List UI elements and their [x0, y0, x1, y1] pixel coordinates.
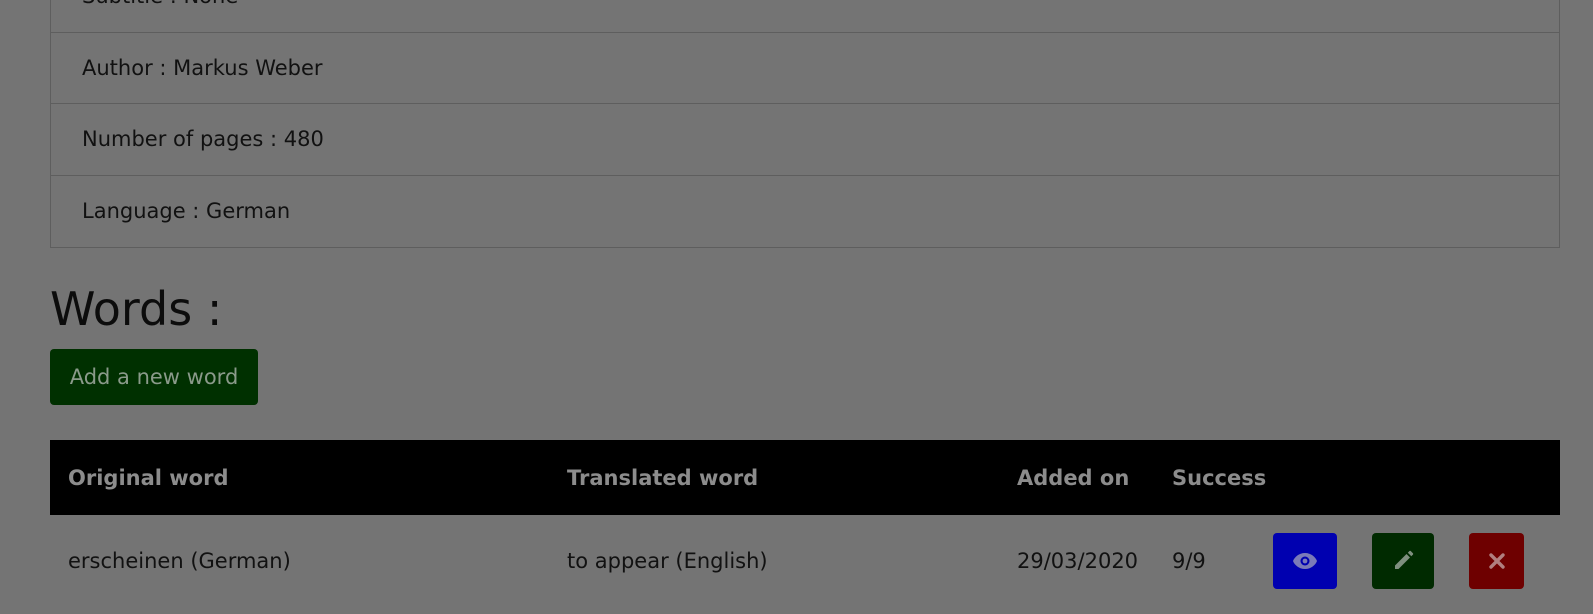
- pencil-icon: [1395, 550, 1414, 569]
- words-section-title: Words :: [50, 282, 223, 336]
- cell-actions: [1273, 515, 1560, 607]
- cell-added-on: 29/03/2020: [1017, 549, 1139, 573]
- header-added-on: Added on: [1017, 465, 1130, 490]
- table-header-row: Original word Translated word Added on S…: [50, 440, 1560, 515]
- delete-word-button[interactable]: [1469, 533, 1524, 589]
- table-row: erscheinen (German) to appear (English) …: [50, 515, 1560, 607]
- view-word-button[interactable]: [1273, 533, 1337, 589]
- header-actions: [1273, 440, 1560, 515]
- book-language: Language : German: [82, 198, 291, 223]
- book-subtitle: Subtitle : None: [51, 0, 1559, 33]
- book-info-list: Subtitle : None Author : Markus Weber Nu…: [50, 0, 1560, 248]
- cell-original-word: erscheinen (German): [68, 549, 291, 573]
- edit-word-button[interactable]: [1372, 533, 1434, 589]
- close-icon: [1488, 553, 1505, 569]
- header-success: Success: [1172, 465, 1267, 490]
- header-translated-word: Translated word: [567, 465, 759, 490]
- cell-translated-word: to appear (English): [567, 549, 768, 573]
- words-table: Original word Translated word Added on S…: [50, 440, 1560, 607]
- book-page-count: Number of pages : 480: [51, 104, 1559, 176]
- header-original-word: Original word: [68, 465, 229, 490]
- eye-icon: [1293, 553, 1317, 569]
- add-new-word-button[interactable]: Add a new word: [50, 349, 258, 405]
- book-author: Author : Markus Weber: [51, 33, 1559, 104]
- cell-success: 9/9: [1172, 549, 1206, 573]
